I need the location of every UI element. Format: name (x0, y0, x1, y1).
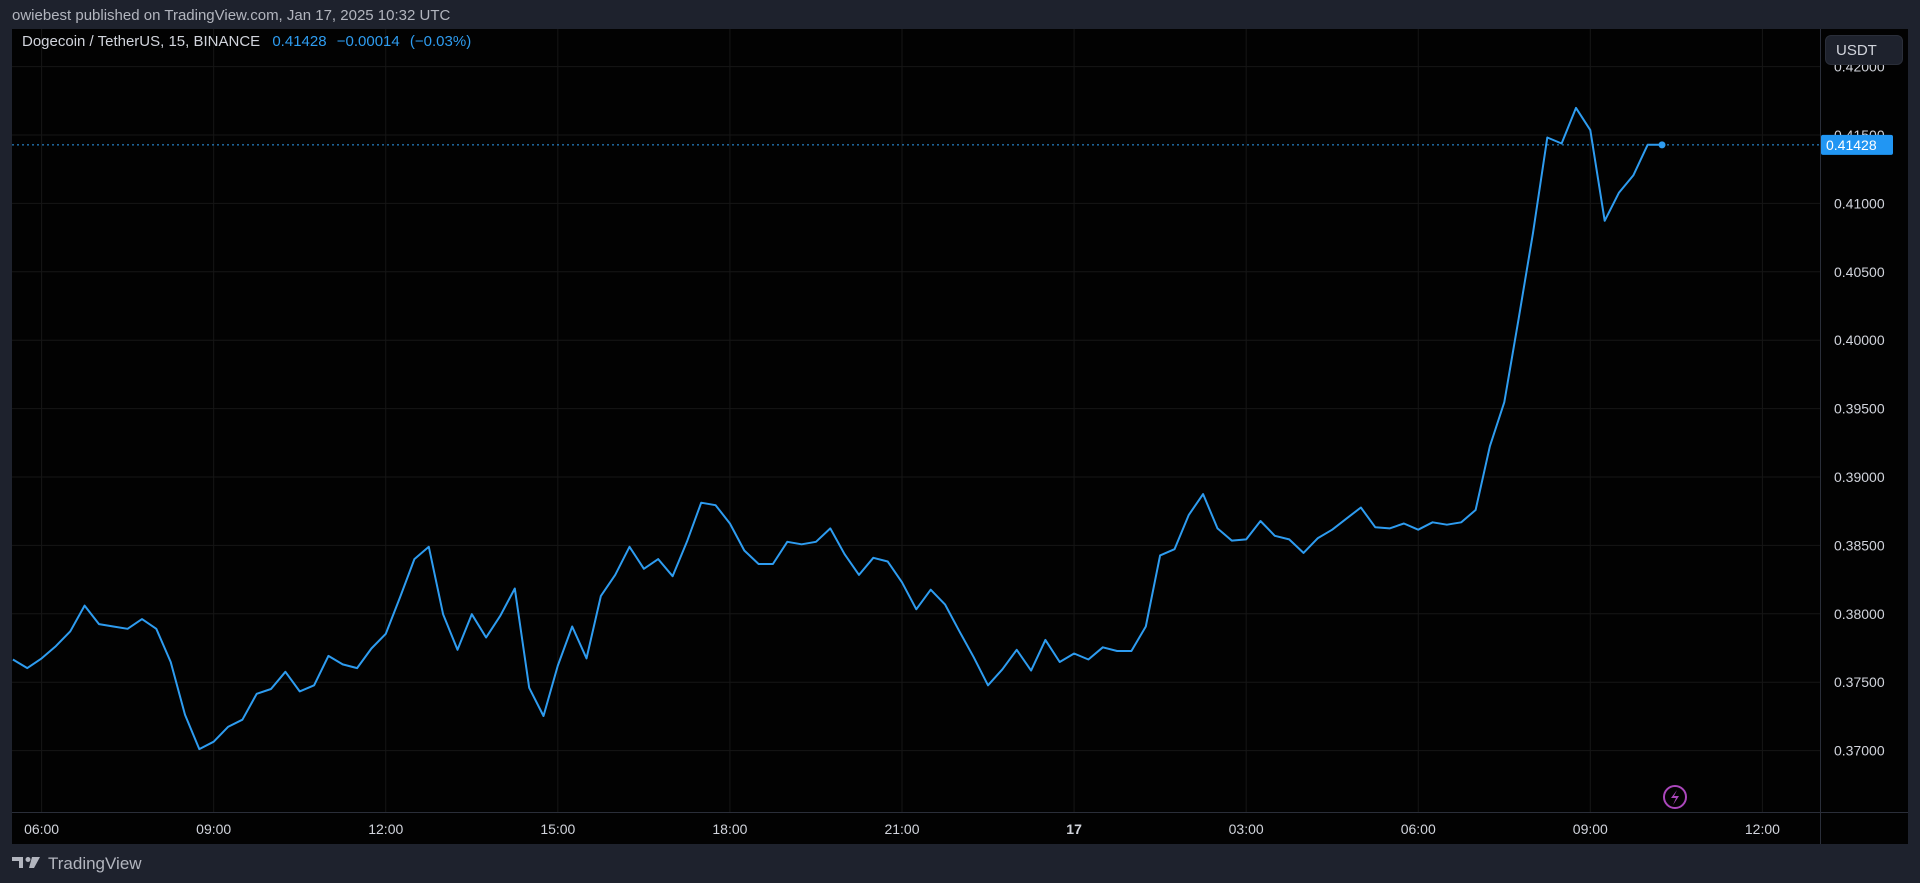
price-tick-label: 0.37500 (1834, 674, 1885, 690)
chart-pane[interactable]: 0.420000.415000.410000.405000.400000.395… (12, 29, 1908, 844)
tradingview-logo-icon (12, 857, 40, 868)
footer-brand[interactable]: TradingView (12, 854, 142, 874)
time-tick-label: 09:00 (196, 821, 231, 837)
time-tick-label: 15:00 (540, 821, 575, 837)
price-line (12, 106, 1663, 751)
axes: 0.420000.415000.410000.405000.400000.395… (12, 29, 1908, 844)
price-tick-label: 0.40000 (1834, 332, 1885, 348)
price-tick-label: 0.39000 (1834, 469, 1885, 485)
time-tick-label: 18:00 (712, 821, 747, 837)
price-tick-label: 0.38000 (1834, 606, 1885, 622)
price-change: −0.00014 (336, 33, 400, 50)
time-tick-label: 17 (1066, 821, 1082, 837)
last-price-dot (1658, 141, 1666, 149)
lightning-alert-icon[interactable] (1663, 785, 1687, 809)
price-tick-label: 0.40500 (1834, 264, 1885, 280)
time-tick-label: 03:00 (1229, 821, 1264, 837)
time-tick-label: 06:00 (24, 821, 59, 837)
time-tick-label: 21:00 (884, 821, 919, 837)
last-price: 0.41428 (272, 33, 327, 50)
time-tick-label: 12:00 (1745, 821, 1780, 837)
price-tick-label: 0.41000 (1834, 195, 1885, 211)
publish-info: owiebest published on TradingView.com, J… (12, 7, 451, 24)
time-tick-label: 09:00 (1573, 821, 1608, 837)
currency-button[interactable]: USDT (1825, 35, 1903, 65)
grid (12, 29, 1820, 812)
time-tick-label: 12:00 (368, 821, 403, 837)
price-tick-label: 0.39500 (1834, 401, 1885, 417)
last-price-label: 0.41428 (1826, 137, 1877, 153)
symbol-name[interactable]: Dogecoin / TetherUS, 15, BINANCE (22, 33, 260, 50)
price-tick-label: 0.38500 (1834, 537, 1885, 553)
price-tick-label: 0.37000 (1834, 743, 1885, 759)
time-tick-label: 06:00 (1401, 821, 1436, 837)
symbol-legend: Dogecoin / TetherUS, 15, BINANCE 0.41428… (22, 33, 477, 50)
price-change-percent: (−0.03%) (409, 33, 472, 50)
series: 0.41428 (12, 106, 1893, 751)
brand-name: TradingView (48, 854, 142, 873)
price-chart[interactable]: 0.420000.415000.410000.405000.400000.395… (12, 29, 1908, 844)
